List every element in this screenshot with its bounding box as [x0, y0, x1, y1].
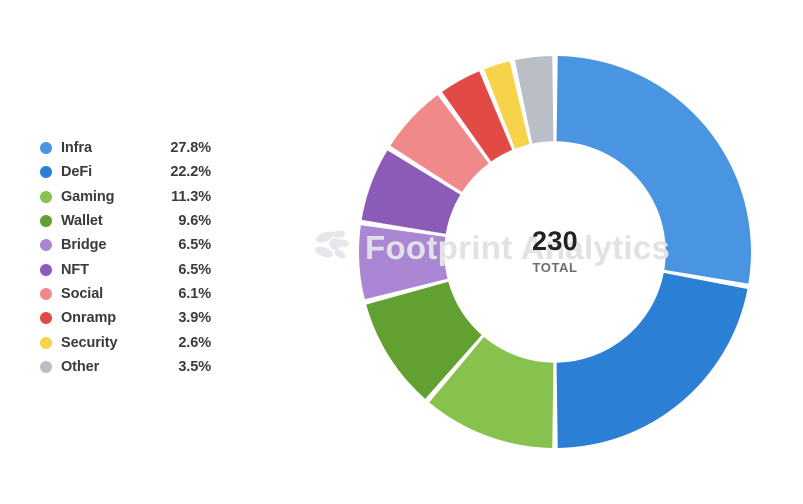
donut-slice[interactable]	[556, 272, 748, 448]
legend-item[interactable]: Bridge 6.5%	[40, 233, 220, 257]
legend-color-dot-icon	[40, 190, 52, 203]
legend-item-value: 3.5%	[178, 358, 211, 375]
legend-item[interactable]: Wallet 9.6%	[40, 209, 220, 233]
legend-item[interactable]: Security 2.6%	[40, 330, 220, 354]
legend-item-value: 3.9%	[178, 310, 211, 327]
donut-chart-svg	[358, 56, 751, 448]
legend-item[interactable]: Gaming 11.3%	[40, 185, 220, 209]
legend-item-value: 22.2%	[170, 164, 211, 181]
footprint-pinwheel-logo-icon	[314, 230, 350, 259]
legend-item[interactable]: Other 3.5%	[40, 355, 220, 379]
legend-item-label: Wallet	[61, 213, 103, 230]
legend-item-value: 2.6%	[178, 334, 211, 351]
donut-slice[interactable]	[556, 56, 751, 284]
legend-item-label: Gaming	[61, 188, 115, 205]
legend-color-dot-icon	[40, 263, 52, 276]
legend-item-label: Infra	[61, 140, 92, 157]
legend-color-dot-icon	[40, 166, 52, 179]
legend-item-value: 6.1%	[178, 285, 211, 302]
legend-item[interactable]: Onramp 3.9%	[40, 306, 220, 330]
legend-item-value: 9.6%	[178, 213, 211, 230]
donut-chart-panel: Infra 27.8% DeFi 22.2% Gaming 11.3% Wallet 9.6%…	[0, 0, 803, 504]
legend-item-value: 27.8%	[170, 140, 211, 157]
legend-item[interactable]: NFT 6.5%	[40, 257, 220, 281]
legend-item-value: 6.5%	[178, 261, 211, 278]
donut-slice-group	[358, 56, 751, 448]
legend-color-dot-icon	[40, 239, 52, 252]
legend-item-value: 6.5%	[178, 237, 211, 254]
donut-chart	[355, 48, 755, 456]
legend-item-label: DeFi	[61, 164, 93, 181]
legend-item-label: Other	[61, 358, 100, 375]
legend-item[interactable]: Infra 27.8%	[40, 136, 220, 160]
legend-item-label: Bridge	[61, 237, 107, 254]
legend-item-value: 11.3%	[171, 188, 211, 205]
legend-color-dot-icon	[40, 360, 52, 373]
legend-color-dot-icon	[40, 215, 52, 228]
legend-color-dot-icon	[40, 287, 52, 300]
legend-item-label: Social	[61, 285, 104, 302]
legend-item[interactable]: DeFi 22.2%	[40, 160, 220, 184]
legend-item-label: Security	[61, 334, 118, 351]
legend-item[interactable]: Social 6.1%	[40, 282, 220, 306]
legend-item-label: NFT	[61, 261, 89, 278]
legend-color-dot-icon	[40, 312, 52, 325]
chart-legend: Infra 27.8% DeFi 22.2% Gaming 11.3% Wallet 9.6%…	[40, 136, 220, 379]
legend-item-label: Onramp	[61, 310, 116, 327]
legend-color-dot-icon	[40, 142, 52, 155]
legend-color-dot-icon	[40, 336, 52, 349]
